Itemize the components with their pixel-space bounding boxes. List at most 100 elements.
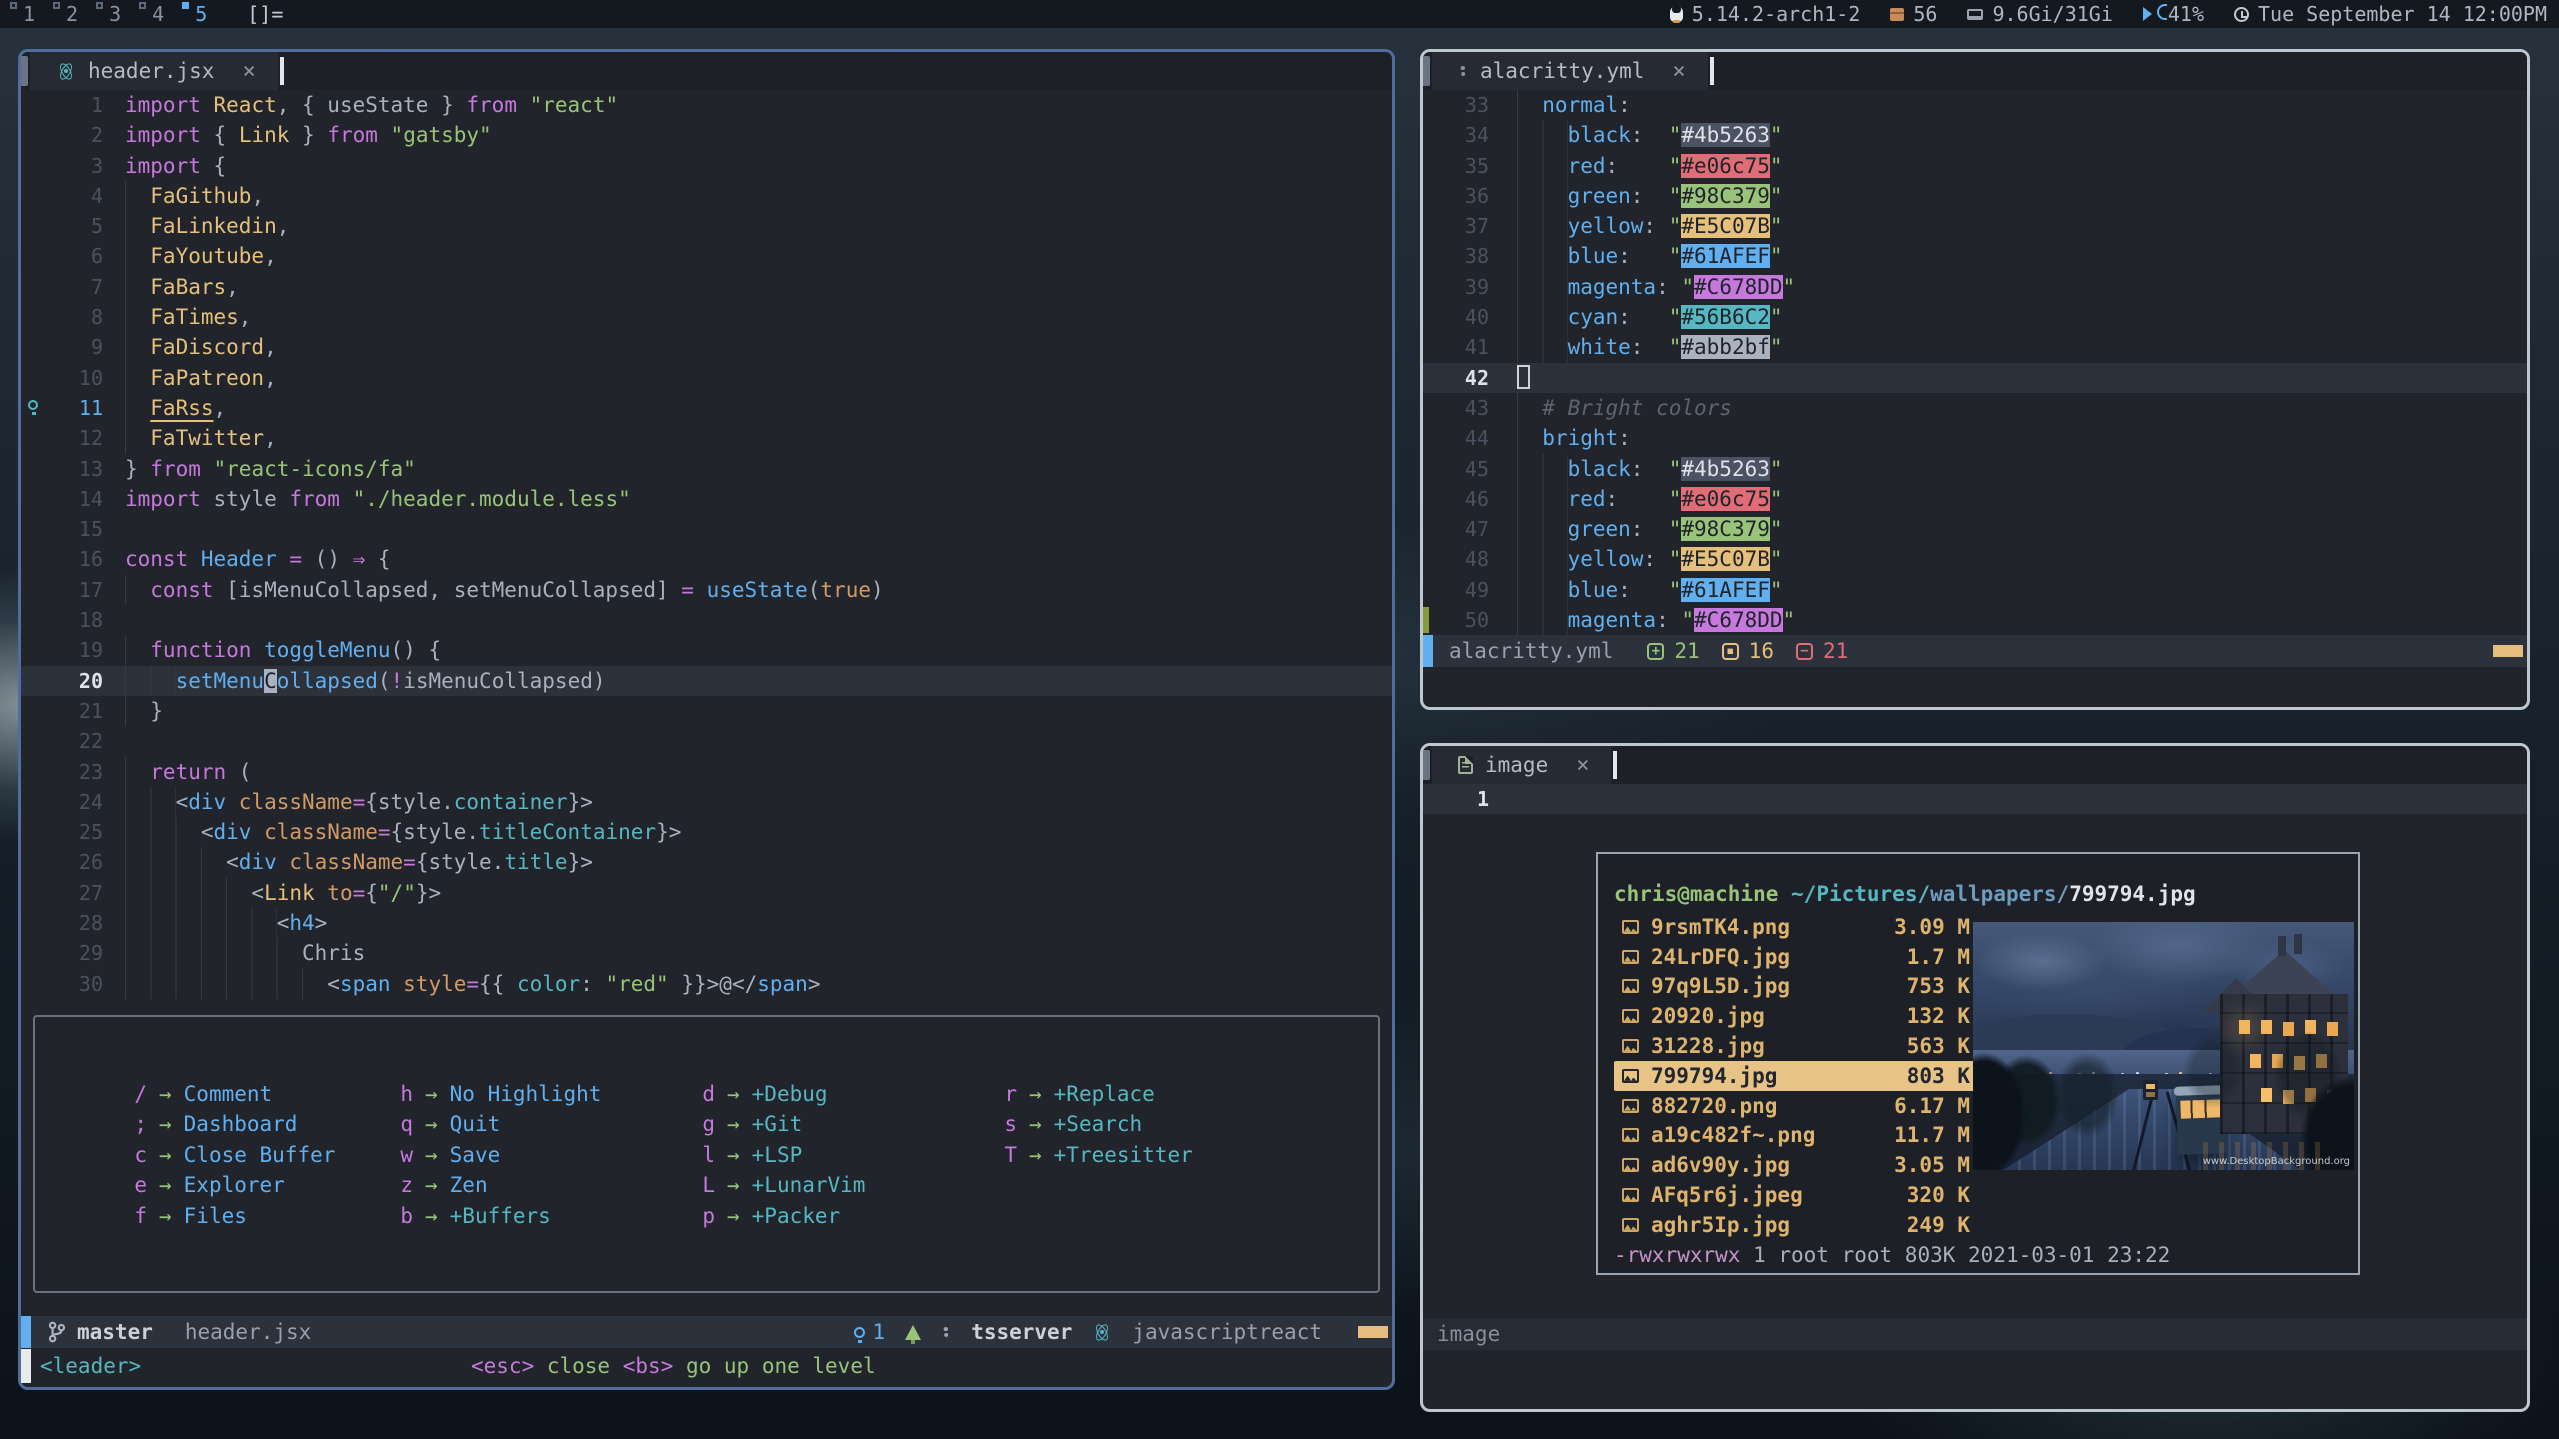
code-line[interactable]: 44bright: (1423, 423, 2527, 453)
code-line[interactable]: 30<span style={{ color: "red" }}>@</span… (21, 969, 1392, 999)
code-line[interactable]: 23return ( (21, 757, 1392, 787)
code-line[interactable]: 11FaRss, (21, 393, 1392, 423)
user-host: chris@machine (1614, 882, 1778, 906)
workspace-button-3[interactable]: 3 (96, 1, 121, 27)
layout-symbol[interactable]: []= (247, 2, 283, 26)
code-line[interactable]: 20setMenuCollapsed(!isMenuCollapsed) (21, 666, 1392, 696)
tab-close-icon[interactable]: × (1672, 59, 1685, 84)
token: " (1669, 335, 1682, 359)
code-line[interactable]: 41white: "#abb2bf" (1423, 332, 2527, 362)
code-line[interactable]: 4FaGithub, (21, 181, 1392, 211)
code-line[interactable]: 49blue: "#61AFEF" (1423, 575, 2527, 605)
code-line[interactable]: 43# Bright colors (1423, 393, 2527, 423)
whichkey-binding[interactable]: r→+Replace (995, 1079, 1193, 1109)
whichkey-binding[interactable]: f→Files (125, 1201, 335, 1231)
code-line[interactable]: 2import { Link } from "gatsby" (21, 120, 1392, 150)
code-line[interactable]: 29Chris (21, 938, 1392, 968)
code-line[interactable]: 39magenta: "#C678DD" (1423, 272, 2527, 302)
code-text (103, 514, 125, 544)
code-line[interactable]: 3import { (21, 151, 1392, 181)
code-line[interactable]: 24<div className={style.container}> (21, 787, 1392, 817)
whichkey-binding[interactable]: e→Explorer (125, 1170, 335, 1200)
workspace-button-2[interactable]: 2 (53, 1, 78, 27)
code-line[interactable]: 15 (21, 514, 1392, 544)
whichkey-binding[interactable]: T→+Treesitter (995, 1140, 1193, 1170)
tab-header-jsx[interactable]: header.jsx × (30, 52, 278, 90)
code-line[interactable]: 47green: "#98C379" (1423, 514, 2527, 544)
token: green (1568, 517, 1631, 541)
code-line[interactable]: 33normal: (1423, 90, 2527, 120)
code-line[interactable]: 6FaYoutube, (21, 241, 1392, 271)
token: " (1770, 184, 1783, 208)
whichkey-binding[interactable]: h→No Highlight (391, 1079, 601, 1109)
arrow-icon: → (727, 1201, 740, 1231)
token: , (277, 214, 290, 238)
whichkey-binding[interactable]: /→Comment (125, 1079, 335, 1109)
tab-close-icon[interactable]: × (242, 59, 255, 84)
code-line[interactable]: 37yellow: "#E5C07B" (1423, 211, 2527, 241)
binding-key: / (125, 1079, 147, 1109)
whichkey-binding[interactable]: s→+Search (995, 1109, 1193, 1139)
token: magenta (1568, 608, 1657, 632)
whichkey-binding[interactable]: q→Quit (391, 1109, 601, 1139)
workspace-button-5[interactable]: 5 (182, 1, 207, 27)
code-line[interactable]: 8FaTimes, (21, 302, 1392, 332)
code-line[interactable]: 38blue: "#61AFEF" (1423, 241, 2527, 271)
code-area-left[interactable]: 1import React, { useState } from "react"… (21, 90, 1392, 999)
cmdline-left[interactable]: <leader> <esc> close <bs> go up one leve… (21, 1348, 1392, 1384)
code-line[interactable]: 17const [isMenuCollapsed, setMenuCollaps… (21, 575, 1392, 605)
token: #e06c75 (1681, 154, 1770, 178)
whichkey-binding[interactable]: l→+LSP (693, 1140, 865, 1170)
binding-key: L (693, 1170, 715, 1200)
code-line[interactable]: 46red: "#e06c75" (1423, 484, 2527, 514)
whichkey-binding[interactable]: p→+Packer (693, 1201, 865, 1231)
token: toggleMenu (264, 638, 390, 662)
git-branch-name[interactable]: master (77, 1320, 153, 1344)
code-line[interactable]: 42 (1423, 363, 2527, 393)
code-line[interactable]: 26<div className={style.title}> (21, 847, 1392, 877)
buffer-line-1[interactable]: 1 (1423, 784, 2527, 814)
code-line[interactable]: 12FaTwitter, (21, 423, 1392, 453)
code-line[interactable]: 1import React, { useState } from "react" (21, 90, 1392, 120)
tab-close-icon[interactable]: × (1576, 753, 1589, 778)
whichkey-binding[interactable]: d→+Debug (693, 1079, 865, 1109)
code-line[interactable]: 22 (21, 726, 1392, 756)
code-line[interactable]: 27<Link to={"/"}> (21, 878, 1392, 908)
code-line[interactable]: 13} from "react-icons/fa" (21, 454, 1392, 484)
code-line[interactable]: 9FaDiscord, (21, 332, 1392, 362)
whichkey-binding[interactable]: c→Close Buffer (125, 1140, 335, 1170)
code-line[interactable]: 21} (21, 696, 1392, 726)
whichkey-binding[interactable]: ;→Dashboard (125, 1109, 335, 1139)
tab-image[interactable]: image × (1432, 746, 1611, 784)
code-line[interactable]: 45black: "#4b5263" (1423, 454, 2527, 484)
code-line[interactable]: 28<h4> (21, 908, 1392, 938)
whichkey-binding[interactable]: L→+LunarVim (693, 1170, 865, 1200)
tab-alacritty-yml[interactable]: alacritty.yml × (1432, 52, 1708, 90)
whichkey-binding[interactable]: g→+Git (693, 1109, 865, 1139)
code-line[interactable]: 5FaLinkedin, (21, 211, 1392, 241)
code-line[interactable]: 19function toggleMenu() { (21, 635, 1392, 665)
code-line[interactable]: 16const Header = () ⇒ { (21, 544, 1392, 574)
diagnostics[interactable]: 1 (854, 1320, 886, 1344)
code-line[interactable]: 34black: "#4b5263" (1423, 120, 2527, 150)
code-line[interactable]: 25<div className={style.titleContainer}> (21, 817, 1392, 847)
code-line[interactable]: 35red: "#e06c75" (1423, 151, 2527, 181)
code-line[interactable]: 36green: "#98C379" (1423, 181, 2527, 211)
code-line[interactable]: 50magenta: "#C678DD" (1423, 605, 2527, 635)
token: setMenu (176, 669, 265, 693)
whichkey-binding[interactable]: w→Save (391, 1140, 601, 1170)
code-line[interactable]: 10FaPatreon, (21, 363, 1392, 393)
workspace-button-1[interactable]: 1 (10, 1, 35, 27)
token: #C678DD (1694, 275, 1783, 299)
code-line[interactable]: 14import style from "./header.module.les… (21, 484, 1392, 514)
arrow-icon: → (727, 1109, 740, 1139)
code-line[interactable]: 48yellow: "#E5C07B" (1423, 544, 2527, 574)
code-line[interactable]: 40cyan: "#56B6C2" (1423, 302, 2527, 332)
code-area-topright[interactable]: 33normal:34black: "#4b5263"35red: "#e06c… (1423, 90, 2527, 635)
whichkey-binding[interactable]: z→Zen (391, 1170, 601, 1200)
code-line[interactable]: 7FaBars, (21, 272, 1392, 302)
token: = (681, 578, 706, 602)
workspace-button-4[interactable]: 4 (139, 1, 164, 27)
code-line[interactable]: 18 (21, 605, 1392, 635)
whichkey-binding[interactable]: b→+Buffers (391, 1201, 601, 1231)
